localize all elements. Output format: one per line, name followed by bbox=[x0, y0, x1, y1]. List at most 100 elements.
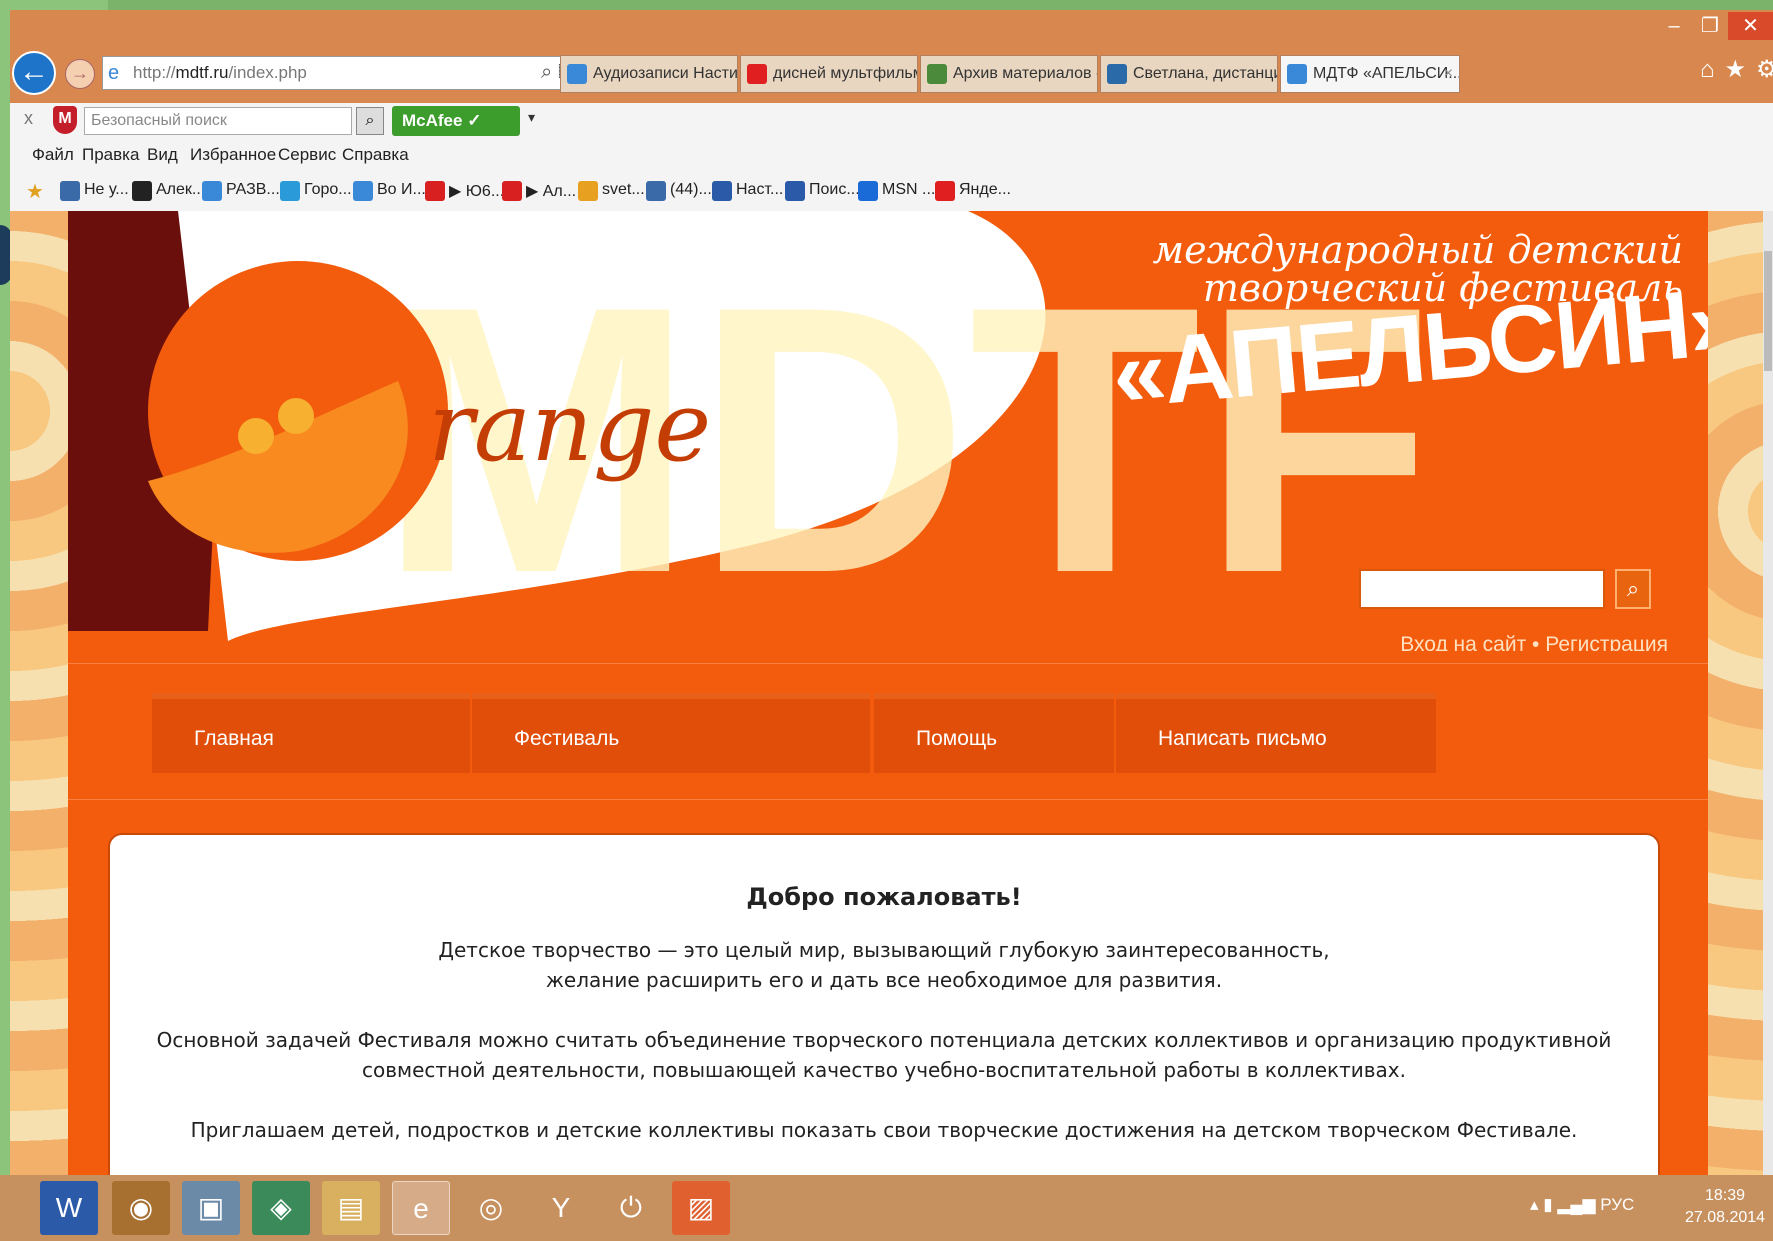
app-task-icon-3[interactable]: ◈ bbox=[252, 1181, 310, 1235]
favorite-icon bbox=[785, 181, 805, 201]
favorite-label: Горо... bbox=[304, 181, 352, 198]
menu-item-5[interactable]: Сервис bbox=[278, 145, 336, 165]
address-bar[interactable]: e http://mdtf.ru/index.php ⌕▦↻ bbox=[102, 56, 630, 90]
app-task-icon-2[interactable]: ▣ bbox=[182, 1181, 240, 1235]
mcafee-dropdown-icon[interactable]: ▾ bbox=[528, 109, 535, 126]
favorite-icon bbox=[132, 181, 152, 201]
tab-1[interactable]: Аудиозаписи Насти ... bbox=[560, 55, 738, 93]
favorites-star-icon[interactable]: ★ bbox=[26, 179, 44, 204]
logo-word: range bbox=[428, 371, 712, 483]
site-nav-item-1[interactable]: Главная bbox=[152, 693, 470, 773]
favorite-item[interactable]: Поис... bbox=[785, 181, 860, 201]
paragraph-line: Приглашаем детей, подростков и детские к… bbox=[190, 1118, 1578, 1142]
favorite-icon bbox=[858, 181, 878, 201]
menu-item-1[interactable]: Файл bbox=[32, 145, 74, 165]
close-button[interactable]: ✕ bbox=[1728, 12, 1773, 40]
favorite-item[interactable]: ▶ Ю6... bbox=[425, 181, 504, 201]
browser-icons[interactable]: ⌂★⚙ bbox=[1700, 55, 1773, 84]
favorite-icon bbox=[202, 181, 222, 201]
back-button[interactable]: ← bbox=[12, 51, 56, 95]
favorite-label: Во И... bbox=[377, 181, 426, 198]
content-paragraph: Детское творчество — это целый мир, вызы… bbox=[150, 935, 1618, 995]
minimize-button[interactable]: – bbox=[1654, 12, 1694, 40]
navigation-bar: ← → e http://mdtf.ru/index.php ⌕▦↻ Аудио… bbox=[10, 45, 1773, 103]
favorite-label: MSN ... bbox=[882, 181, 936, 198]
favorite-label: svet... bbox=[602, 181, 645, 198]
content-paragraph: Основной задачей Фестиваля можно считать… bbox=[150, 1025, 1618, 1085]
favorite-item[interactable]: Во И... bbox=[353, 181, 426, 201]
logo-eye-left bbox=[238, 418, 274, 454]
favorite-icon bbox=[60, 181, 80, 201]
favorite-item[interactable]: Наст... bbox=[712, 181, 784, 201]
logo-eye-right bbox=[278, 398, 314, 434]
favorite-icon bbox=[646, 181, 666, 201]
favorite-item[interactable]: (44)... bbox=[646, 181, 712, 201]
tab-favicon-icon bbox=[747, 64, 767, 84]
menu-item-4[interactable]: Избранное bbox=[190, 145, 276, 165]
safe-search-input[interactable]: Безопасный поиск bbox=[84, 107, 352, 135]
tab-label: дисней мультфильм... bbox=[773, 65, 917, 82]
favorite-item[interactable]: ▶ Ал... bbox=[502, 181, 576, 201]
paragraph-line: Детское творчество — это целый мир, вызы… bbox=[438, 938, 1330, 962]
yandex-task-icon[interactable]: Y bbox=[532, 1181, 590, 1235]
tab-favicon-icon bbox=[1287, 64, 1307, 84]
favorite-label: Поис... bbox=[809, 181, 860, 198]
tab-label: Светлана, дистанцио... bbox=[1133, 65, 1277, 82]
paragraph-line: совместной деятельности, повышающей каче… bbox=[362, 1058, 1406, 1082]
safe-search-button[interactable]: ⌕ bbox=[356, 107, 384, 135]
tab-3[interactable]: Архив материалов - ... bbox=[920, 55, 1098, 93]
site-search-input[interactable] bbox=[1359, 569, 1605, 609]
search-icon: ⌕ bbox=[541, 61, 559, 83]
scrollbar-thumb[interactable] bbox=[1764, 251, 1772, 371]
menu-item-2[interactable]: Правка bbox=[82, 145, 139, 165]
word-task-icon[interactable]: W bbox=[40, 1181, 98, 1235]
favorite-label: ▶ Ю6... bbox=[449, 183, 505, 200]
tab-label: Аудиозаписи Насти ... bbox=[593, 65, 738, 82]
nav-divider bbox=[68, 799, 1708, 800]
favorite-item[interactable]: Горо... bbox=[280, 181, 352, 201]
mcafee-shield-icon: M bbox=[53, 106, 77, 134]
clock[interactable]: 18:39 27.08.2014 bbox=[1680, 1185, 1770, 1229]
tab-favicon-icon bbox=[1107, 64, 1127, 84]
browser-window: – ❐ ✕ ← → e http://mdtf.ru/index.php ⌕▦↻… bbox=[10, 10, 1773, 1175]
chrome-task-icon[interactable]: ◎ bbox=[462, 1181, 520, 1235]
tab-2[interactable]: дисней мультфильм... bbox=[740, 55, 918, 93]
restore-button[interactable]: ❐ bbox=[1690, 12, 1730, 40]
mcafee-toolbar: x M Безопасный поиск ⌕ McAfee ✓ ▾ bbox=[10, 103, 1773, 139]
taskbar: W ◉ ▣ ◈ ▤ e ◎ Y ⏻ ▨ ▴ ▮ ▂▄▆ РУС 18:39 27.… bbox=[0, 1175, 1773, 1241]
ie-task-icon[interactable]: e bbox=[392, 1181, 450, 1235]
content-panel: Добро пожаловать! Детское творчество — э… bbox=[108, 833, 1660, 1175]
paragraph-line: желание расширить его и дать все необход… bbox=[545, 968, 1223, 992]
favorite-label: Не у... bbox=[84, 181, 129, 198]
login-link[interactable]: Вход на сайт bbox=[1400, 633, 1526, 651]
tab-5[interactable]: МДТФ «АПЕЛЬСИ... × bbox=[1280, 55, 1460, 93]
favorite-item[interactable]: РАЗВ... bbox=[202, 181, 280, 201]
site-nav-item-4[interactable]: Написать письмо bbox=[1116, 693, 1436, 773]
title-bar: – ❐ ✕ bbox=[10, 10, 1773, 45]
power-task-icon[interactable]: ⏻ bbox=[602, 1181, 660, 1235]
forward-button[interactable]: → bbox=[65, 59, 95, 89]
content-paragraph: Приглашаем детей, подростков и детские к… bbox=[150, 1115, 1618, 1145]
favorite-item[interactable]: MSN ... bbox=[858, 181, 936, 201]
site-nav-item-3[interactable]: Помощь bbox=[874, 693, 1114, 773]
tab-close-icon[interactable]: × bbox=[1444, 56, 1453, 92]
powerpoint-task-icon[interactable]: ▨ bbox=[672, 1181, 730, 1235]
tab-4[interactable]: Светлана, дистанцио... bbox=[1100, 55, 1278, 93]
register-link[interactable]: Регистрация bbox=[1545, 633, 1668, 651]
menu-item-3[interactable]: Вид bbox=[147, 145, 178, 165]
favorite-item[interactable]: svet... bbox=[578, 181, 645, 201]
favorite-item[interactable]: Не у... bbox=[60, 181, 129, 201]
site-header: MDTF range международный детский творческ… bbox=[68, 211, 1708, 651]
explorer-task-icon[interactable]: ▤ bbox=[322, 1181, 380, 1235]
mcafee-button[interactable]: McAfee ✓ bbox=[392, 106, 520, 136]
app-task-icon-1[interactable]: ◉ bbox=[112, 1181, 170, 1235]
favorite-item[interactable]: Алек... bbox=[132, 181, 205, 201]
login-row: Вход на сайт • Регистрация bbox=[1368, 633, 1668, 651]
menu-item-6[interactable]: Справка bbox=[342, 145, 409, 165]
favorite-label: Наст... bbox=[736, 181, 784, 198]
site-nav-item-2[interactable]: Фестиваль bbox=[472, 693, 870, 773]
favorite-item[interactable]: Янде... bbox=[935, 181, 1011, 201]
system-tray[interactable]: ▴ ▮ ▂▄▆ РУС bbox=[1530, 1195, 1634, 1215]
site-search-button[interactable]: ⌕ bbox=[1615, 569, 1651, 609]
toolbar-close-icon[interactable]: x bbox=[24, 108, 33, 129]
